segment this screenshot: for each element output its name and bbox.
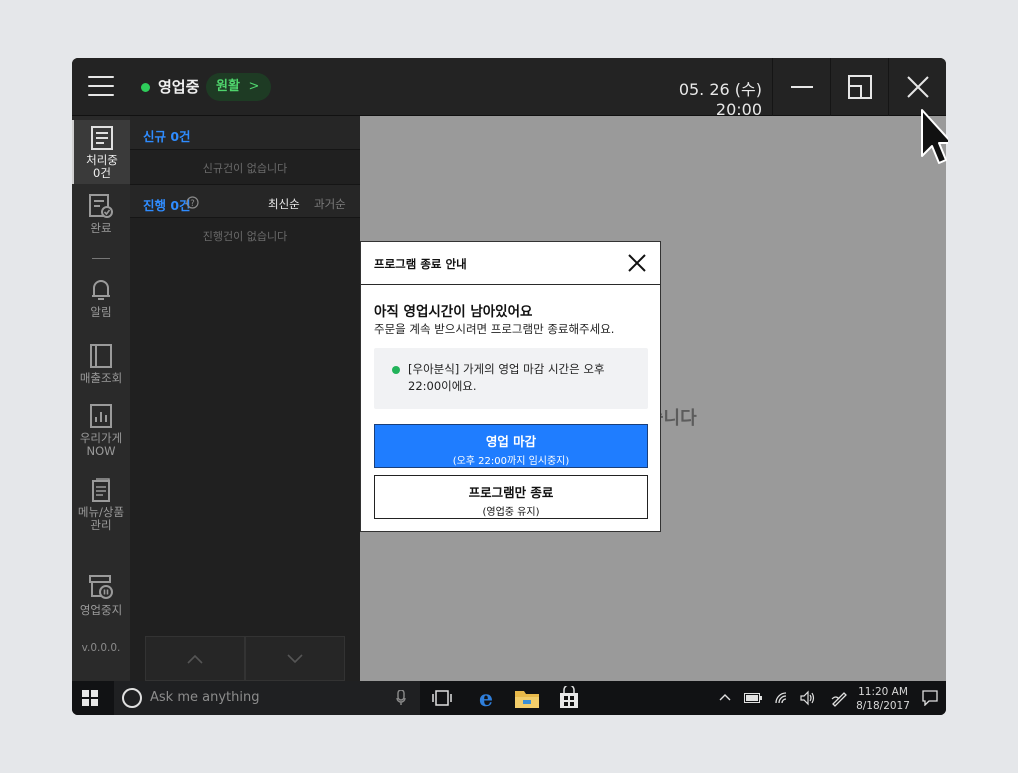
progress-orders-empty: 진행건이 없습니다	[202, 230, 288, 243]
clock-date: 8/18/2017	[856, 700, 910, 712]
version-label: v.0.0.0.	[81, 642, 121, 654]
exit-program-only-button[interactable]: 프로그램만 종료 (영업중 유지)	[374, 475, 648, 519]
close-business-label: 영업 마감	[485, 434, 537, 449]
order-list-panel: 신규 0건 신규건이 없습니다 진행 0건 ? 최신순 과거순 진행건이 없습니…	[130, 116, 360, 681]
notice-dot	[392, 366, 400, 374]
mouse-cursor-icon	[921, 109, 948, 164]
chevron-down-icon	[287, 653, 303, 663]
status-dot	[141, 83, 150, 92]
close-business-button[interactable]: 영업 마감 (오후 22:00까지 임시중지)	[374, 424, 648, 468]
document-icon	[91, 126, 113, 150]
edge-browser-icon[interactable]: e	[474, 686, 500, 710]
task-view-icon[interactable]	[432, 690, 458, 714]
sidebar-item-menu-manage[interactable]: 메뉴/상품 관리	[72, 478, 130, 540]
sidebar-item-alerts[interactable]: 알림	[72, 278, 130, 328]
clock-time: 11:20 AM	[858, 686, 908, 698]
windows-start-icon[interactable]	[82, 690, 98, 706]
bell-icon	[92, 280, 110, 300]
chevron-right-icon: >	[248, 79, 260, 94]
sidebar-divider	[92, 258, 110, 259]
hamburger-menu-icon[interactable]	[88, 76, 114, 98]
sidebar-item-processing[interactable]: 처리중 0건	[72, 120, 130, 184]
sidebar-item-label: 매출조회	[79, 371, 123, 385]
scroll-down-button[interactable]	[245, 636, 345, 681]
closing-time-notice: [우아분식] 가게의 영업 마감 시간은 오후 22:00이에요.	[374, 348, 648, 409]
menu-list-icon	[92, 478, 110, 502]
sort-oldest[interactable]: 과거순	[314, 196, 346, 212]
sidebar-item-store-now[interactable]: 우리가게 NOW	[72, 404, 130, 466]
sidebar-item-label: 알림	[90, 305, 112, 319]
microphone-icon[interactable]	[396, 690, 406, 706]
title-bar: 영업중 원활 > 05. 26 (수) 20:00	[72, 58, 946, 119]
scroll-up-button[interactable]	[145, 636, 245, 681]
current-datetime: 05. 26 (수) 20:00	[678, 80, 762, 119]
bar-chart-icon	[90, 404, 112, 428]
store-icon[interactable]	[558, 686, 584, 710]
new-orders-empty: 신규건이 없습니다	[202, 162, 288, 175]
business-status: 영업중	[158, 78, 200, 96]
progress-orders-header: 진행 0건 ? 최신순 과거순	[130, 184, 360, 218]
minimize-button[interactable]	[772, 58, 830, 116]
minimize-icon	[790, 86, 813, 88]
exit-program-sublabel: (영업중 유지)	[482, 507, 540, 518]
document-check-icon	[89, 194, 113, 218]
close-business-sublabel: (오후 22:00까지 임시중지)	[452, 456, 570, 467]
taskbar-search[interactable]: Ask me anything	[114, 681, 420, 715]
sidebar-item-label: 영업중지	[79, 603, 123, 617]
list-pager	[145, 636, 345, 681]
svg-text:?: ?	[190, 199, 195, 209]
close-icon[interactable]	[625, 251, 649, 275]
progress-orders-title: 진행 0건	[143, 198, 191, 213]
chevron-up-icon[interactable]	[719, 693, 731, 701]
dialog-header: 프로그램 종료 안내	[361, 242, 660, 285]
action-center-icon[interactable]	[922, 690, 938, 706]
status-badge-label: 원활	[216, 79, 240, 94]
sidebar-item-label: 완료	[90, 221, 112, 235]
store-pause-icon	[89, 575, 113, 599]
help-icon[interactable]: ?	[186, 196, 199, 209]
sidebar-item-pause-business[interactable]: 영업중지	[72, 574, 130, 624]
close-icon	[906, 76, 929, 98]
windows-taskbar: Ask me anything e 11:20 AM 8/18/2017	[72, 681, 946, 715]
volume-icon[interactable]	[800, 690, 816, 706]
sidebar-item-label-2: NOW	[86, 444, 116, 458]
battery-icon[interactable]	[744, 693, 762, 703]
book-icon	[90, 344, 112, 368]
restore-icon	[847, 75, 872, 99]
search-placeholder: Ask me anything	[150, 690, 260, 705]
status-badge[interactable]: 원활 >	[206, 73, 272, 101]
sort-latest[interactable]: 최신순	[268, 196, 300, 212]
sidebar-item-label-2: 관리	[90, 518, 112, 532]
dialog-heading: 아직 영업시간이 남아있어요	[374, 304, 533, 320]
file-explorer-icon[interactable]	[514, 686, 540, 710]
restore-button[interactable]	[830, 58, 888, 116]
new-orders-title: 신규 0건	[143, 129, 191, 144]
new-orders-header: 신규 0건	[130, 116, 360, 150]
dialog-title: 프로그램 종료 안내	[374, 257, 467, 271]
sidebar: 처리중 0건 완료 알림 매출조회 우리가게 NOW 메뉴/상품 관리 영업중지…	[72, 116, 130, 681]
sidebar-item-complete[interactable]: 완료	[72, 194, 130, 244]
pen-icon[interactable]	[830, 689, 848, 707]
sidebar-item-sales[interactable]: 매출조회	[72, 344, 130, 394]
notice-text: [우아분식] 가게의 영업 마감 시간은 오후 22:00이에요.	[408, 362, 605, 393]
svg-text:e: e	[479, 686, 493, 710]
taskbar-clock[interactable]: 11:20 AM 8/18/2017	[854, 685, 912, 713]
exit-program-label: 프로그램만 종료	[468, 485, 554, 500]
sidebar-item-count: 0건	[93, 166, 111, 180]
chevron-up-icon	[187, 654, 203, 664]
wifi-icon[interactable]	[774, 691, 788, 705]
exit-program-dialog: 프로그램 종료 안내 아직 영업시간이 남아있어요 주문을 계속 받으시려면 프…	[360, 241, 661, 532]
cortana-icon	[122, 688, 142, 708]
dialog-description: 주문을 계속 받으시려면 프로그램만 종료해주세요.	[374, 322, 615, 336]
